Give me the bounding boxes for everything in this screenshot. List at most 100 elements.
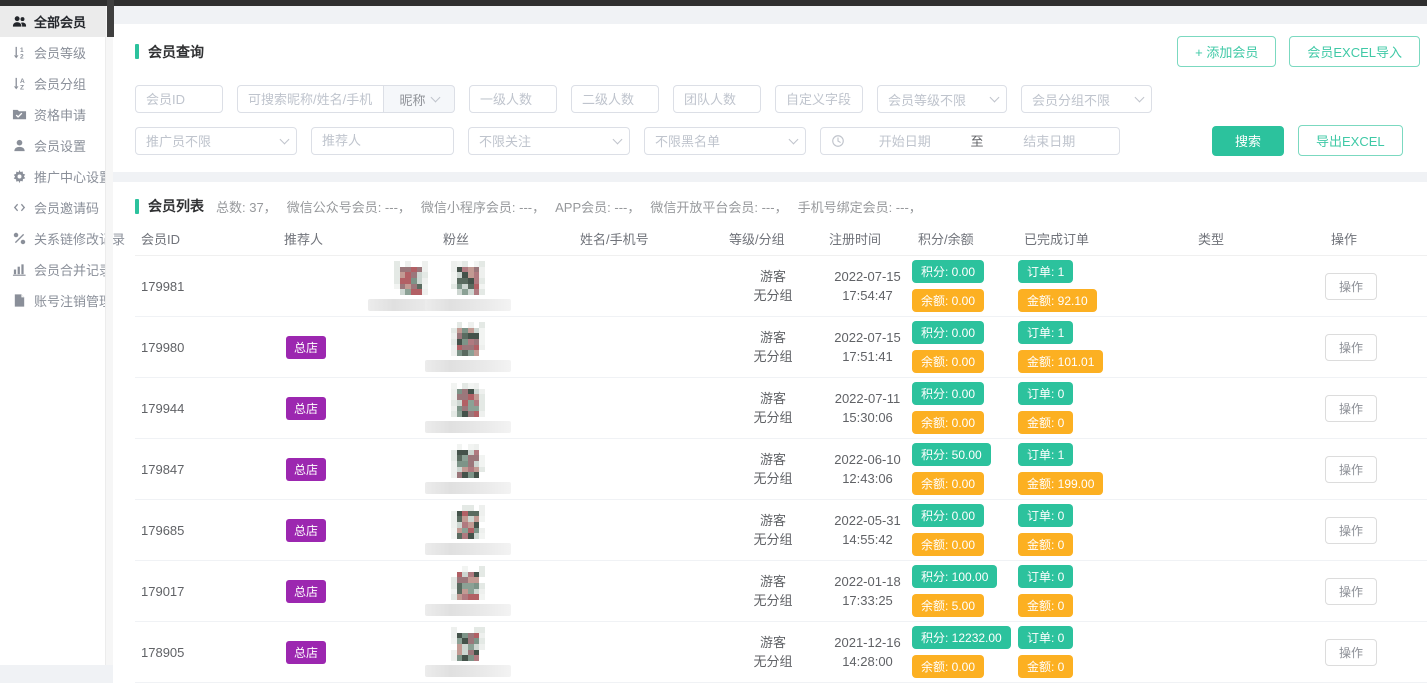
points-balance-cell: 积分: 0.00余额: 0.00 bbox=[912, 382, 1018, 434]
sidebar-item-1[interactable]: 12会员等级 bbox=[0, 37, 105, 68]
blacklist-select[interactable]: 不限黑名单 bbox=[644, 127, 806, 155]
window-top-edge bbox=[0, 0, 1427, 6]
nickname-blur bbox=[425, 543, 511, 555]
register-date: 2022-05-31 bbox=[823, 511, 912, 530]
chevron-down-icon bbox=[789, 134, 799, 144]
member-query-panel: 会员查询 + 添加会员 会员EXCEL导入 昵称 会员等级不限 bbox=[113, 24, 1427, 172]
list-panel-title: 会员列表 bbox=[135, 196, 204, 216]
sidebar-item-8[interactable]: 会员合并记录 bbox=[0, 254, 105, 285]
list-stat: 手机号绑定会员: ---， bbox=[798, 200, 922, 215]
name-phone-cell bbox=[574, 340, 723, 355]
row-action-button[interactable]: 操作 bbox=[1325, 517, 1377, 544]
row-action-button[interactable]: 操作 bbox=[1325, 273, 1377, 300]
search-input[interactable] bbox=[237, 85, 384, 113]
filter-row-1: 昵称 会员等级不限 会员分组不限 bbox=[135, 85, 1405, 113]
member-group: 无分组 bbox=[723, 530, 823, 549]
level-group-cell: 游客无分组 bbox=[723, 450, 823, 488]
fan-cell bbox=[437, 322, 574, 372]
table-row: 179847总店游客无分组2022-06-1012:43:06积分: 50.00… bbox=[135, 439, 1427, 500]
name-phone-cell bbox=[574, 401, 723, 416]
list-stat: 微信开放平台会员: ---， bbox=[650, 200, 787, 215]
member-id: 179944 bbox=[135, 401, 278, 416]
table-row: 179017总店游客无分组2022-01-1817:33:25积分: 100.0… bbox=[135, 561, 1427, 622]
fan-cell bbox=[437, 383, 574, 433]
promoter-select[interactable]: 推广员不限 bbox=[135, 127, 297, 155]
register-date-range-picker[interactable]: 开始日期 至 结束日期 bbox=[820, 127, 1120, 155]
name-phone-cell bbox=[574, 523, 723, 538]
level-group-cell: 游客无分组 bbox=[723, 389, 823, 427]
export-excel-button[interactable]: 导出EXCEL bbox=[1298, 125, 1403, 156]
referrer-cell: 总店 bbox=[278, 519, 437, 542]
points-balance-cell: 积分: 0.00余额: 0.00 bbox=[912, 260, 1018, 312]
add-member-button[interactable]: + 添加会员 bbox=[1177, 36, 1276, 67]
excel-import-button[interactable]: 会员EXCEL导入 bbox=[1289, 36, 1420, 67]
action-cell: 操作 bbox=[1325, 456, 1427, 483]
orders-badge: 订单: 1 bbox=[1018, 260, 1073, 283]
referrer-input[interactable] bbox=[311, 127, 454, 155]
column-header-1: 推荐人 bbox=[278, 229, 437, 248]
fan-avatar bbox=[425, 566, 511, 616]
sidebar-item-label: 会员等级 bbox=[34, 43, 86, 62]
store-badge: 总店 bbox=[286, 458, 326, 481]
chevron-down-icon bbox=[1135, 93, 1145, 103]
action-cell: 操作 bbox=[1325, 273, 1427, 300]
level1-count-input[interactable] bbox=[469, 85, 557, 113]
link-icon bbox=[12, 231, 27, 246]
sidebar-item-5[interactable]: 推广中心设置 bbox=[0, 161, 105, 192]
member-group: 无分组 bbox=[723, 347, 823, 366]
sidebar-item-4[interactable]: 会员设置 bbox=[0, 130, 105, 161]
amount-badge: 金额: 0 bbox=[1018, 533, 1073, 556]
team-count-input[interactable] bbox=[673, 85, 761, 113]
level2-count-input[interactable] bbox=[571, 85, 659, 113]
register-time: 12:43:06 bbox=[823, 469, 912, 488]
sidebar-item-2[interactable]: AZ会员分组 bbox=[0, 68, 105, 99]
referrer-cell: 总店 bbox=[278, 641, 437, 664]
member-group-select[interactable]: 会员分组不限 bbox=[1021, 85, 1152, 113]
follow-select[interactable]: 不限关注 bbox=[468, 127, 630, 155]
member-id: 178905 bbox=[135, 645, 278, 660]
users-icon bbox=[12, 14, 27, 29]
orders-badge: 订单: 0 bbox=[1018, 626, 1073, 649]
points-badge: 积分: 0.00 bbox=[912, 504, 984, 527]
member-level-value: 会员等级不限 bbox=[888, 90, 966, 109]
sidebar-item-9[interactable]: 账号注销管理 bbox=[0, 285, 105, 316]
row-action-button[interactable]: 操作 bbox=[1325, 395, 1377, 422]
search-type-select[interactable]: 昵称 bbox=[384, 85, 455, 113]
search-button[interactable]: 搜索 bbox=[1212, 126, 1284, 156]
section-accent-bar bbox=[135, 199, 139, 214]
date-start-placeholder[interactable]: 开始日期 bbox=[845, 131, 965, 150]
store-badge: 总店 bbox=[286, 336, 326, 359]
referrer-cell: 总店 bbox=[278, 397, 437, 420]
referrer-cell bbox=[278, 261, 437, 311]
member-id-input[interactable] bbox=[135, 85, 223, 113]
sidebar-item-label: 账号注销管理 bbox=[34, 291, 112, 310]
row-action-button[interactable]: 操作 bbox=[1325, 334, 1377, 361]
row-action-button[interactable]: 操作 bbox=[1325, 639, 1377, 666]
sidebar-item-7[interactable]: 关系链修改记录 bbox=[0, 223, 105, 254]
row-action-button[interactable]: 操作 bbox=[1325, 578, 1377, 605]
date-end-placeholder[interactable]: 结束日期 bbox=[990, 131, 1110, 150]
scrollbar-thumb[interactable] bbox=[107, 0, 114, 37]
fan-cell bbox=[437, 261, 574, 311]
sidebar-item-3[interactable]: 资格申请 bbox=[0, 99, 105, 130]
register-date: 2022-01-18 bbox=[823, 572, 912, 591]
sidebar-item-0[interactable]: 全部会员 bbox=[0, 6, 105, 37]
register-time: 14:28:00 bbox=[823, 652, 912, 671]
file-icon bbox=[12, 293, 27, 308]
member-level-select[interactable]: 会员等级不限 bbox=[877, 85, 1007, 113]
member-list-panel: 会员列表 总数: 37，微信公众号会员: ---，微信小程序会员: ---，AP… bbox=[113, 182, 1427, 683]
member-level: 游客 bbox=[723, 389, 823, 408]
register-date: 2021-12-16 bbox=[823, 633, 912, 652]
name-phone-cell bbox=[574, 462, 723, 477]
avatar bbox=[451, 627, 485, 661]
code-icon bbox=[12, 200, 27, 215]
sidebar-menu: 全部会员12会员等级AZ会员分组资格申请会员设置推广中心设置会员邀请码关系链修改… bbox=[0, 6, 105, 316]
row-action-button[interactable]: 操作 bbox=[1325, 456, 1377, 483]
store-badge: 总店 bbox=[286, 397, 326, 420]
custom-field-input[interactable] bbox=[775, 85, 863, 113]
fan-cell bbox=[437, 566, 574, 616]
orders-cell: 订单: 0金额: 0 bbox=[1018, 382, 1192, 434]
fan-avatar bbox=[425, 383, 511, 433]
sidebar-item-6[interactable]: 会员邀请码 bbox=[0, 192, 105, 223]
svg-text:Z: Z bbox=[20, 85, 24, 91]
